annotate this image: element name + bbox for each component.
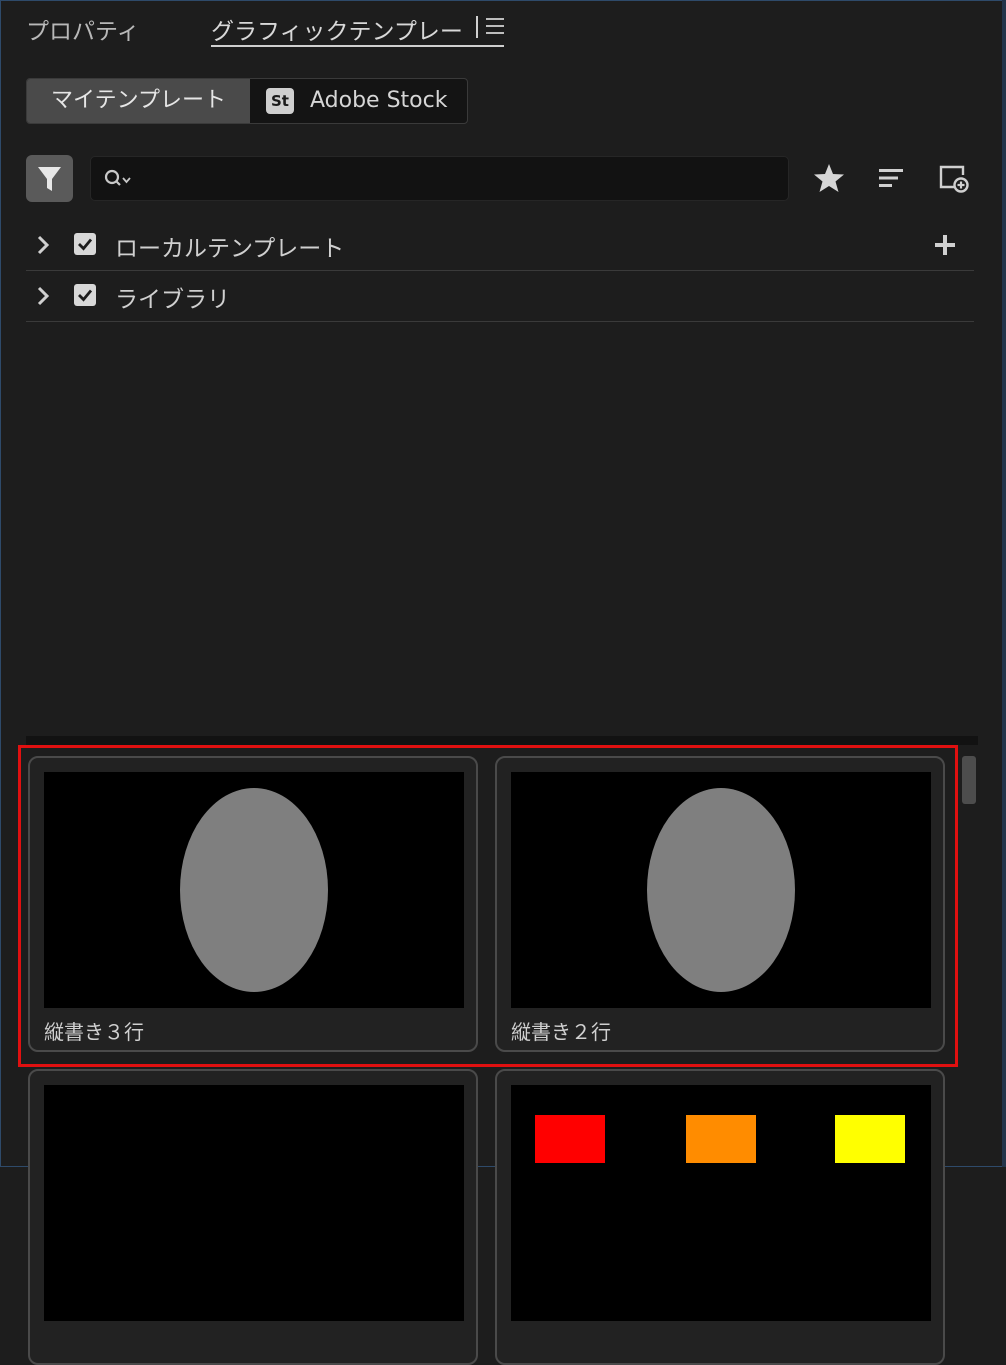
template-thumbnail: [44, 772, 464, 1008]
template-title: 縦書き３行: [44, 1020, 144, 1044]
yellow-swatch: [835, 1115, 905, 1163]
adobe-stock-button[interactable]: St Adobe Stock: [250, 79, 467, 123]
template-source-switch: マイテンプレート St Adobe Stock: [26, 78, 468, 124]
tree-item-label: ライブラリ: [115, 287, 230, 313]
grid-divider: [26, 736, 978, 745]
tree-item-local-templates[interactable]: ローカルテンプレート: [26, 220, 974, 271]
ellipse-shape: [647, 788, 795, 992]
window-edge: [1002, 0, 1006, 1167]
adobe-stock-label: Adobe Stock: [310, 88, 448, 113]
template-card[interactable]: [28, 1069, 478, 1365]
template-title: 縦書き２行: [511, 1020, 611, 1044]
new-template-icon[interactable]: [936, 160, 972, 196]
checkbox-local-templates[interactable]: [74, 233, 96, 255]
chevron-right-icon[interactable]: [34, 233, 54, 257]
hamburger-icon[interactable]: [486, 18, 504, 38]
plus-icon[interactable]: [932, 232, 958, 258]
checkmark-icon: [78, 238, 93, 251]
active-tab-underline: [211, 45, 504, 47]
template-thumbnail: [511, 772, 931, 1008]
sort-icon[interactable]: [873, 160, 909, 196]
red-swatch: [535, 1115, 605, 1163]
checkbox-libraries[interactable]: [74, 284, 96, 306]
tab-separator: [476, 16, 478, 38]
checkmark-icon: [78, 289, 93, 302]
template-card[interactable]: [495, 1069, 945, 1365]
template-card[interactable]: 縦書き３行: [28, 756, 478, 1052]
filter-icon: [38, 167, 61, 191]
star-icon[interactable]: [811, 160, 847, 196]
my-templates-button[interactable]: マイテンプレート: [27, 79, 250, 123]
search-field[interactable]: [90, 156, 789, 201]
scrollbar-thumb[interactable]: [962, 756, 976, 804]
panel-tab-bar: プロパティ グラフィックテンプレー: [0, 0, 1000, 56]
search-input[interactable]: [143, 163, 777, 195]
tree-item-libraries[interactable]: ライブラリ: [26, 271, 974, 322]
orange-swatch: [686, 1115, 756, 1163]
template-thumbnail: [511, 1085, 931, 1321]
chevron-right-icon[interactable]: [34, 284, 54, 308]
tree-item-label: ローカルテンプレート: [115, 236, 345, 262]
tab-graphic-templates[interactable]: グラフィックテンプレー: [211, 12, 463, 46]
template-thumbnail: [44, 1085, 464, 1321]
ellipse-shape: [180, 788, 328, 992]
tab-properties[interactable]: プロパティ: [26, 12, 140, 46]
adobe-stock-icon: St: [266, 88, 294, 114]
filter-button[interactable]: [26, 155, 73, 202]
search-icon: [104, 169, 131, 186]
template-card[interactable]: 縦書き２行: [495, 756, 945, 1052]
